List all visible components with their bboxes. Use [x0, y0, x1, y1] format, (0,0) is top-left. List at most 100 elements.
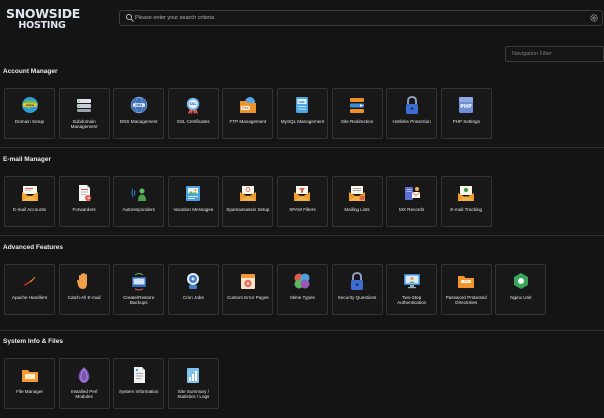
svg-text:DNS: DNS — [135, 103, 142, 107]
spamassassin-icon — [239, 186, 256, 201]
section-title-advanced-features: Advanced Features — [3, 244, 63, 251]
svg-text:SQL: SQL — [299, 100, 305, 104]
autoresponder-icon — [131, 188, 146, 201]
nginx-unit-icon — [513, 273, 528, 289]
dns-globe-icon: DNS — [130, 96, 147, 114]
mx-records-icon — [404, 187, 420, 200]
tile-label: Create/Restore Backups — [123, 295, 155, 306]
section-title-system-info-files: System Info & Files — [3, 338, 63, 345]
error-page-icon — [240, 274, 255, 289]
apache-feather-icon — [22, 276, 35, 286]
brand-logo[interactable]: SNOWSIDE HOSTING — [6, 7, 80, 31]
tile-label: Cron Jobs — [182, 295, 204, 300]
email-tracking-icon — [458, 186, 475, 201]
perl-onion-icon — [78, 367, 90, 383]
tile-ssl-certificates[interactable]: SSL SSL Certificates — [167, 88, 219, 139]
tile-label: Mailing Lists — [344, 207, 370, 212]
tile-label: Custom Error Pages — [227, 295, 269, 300]
gear-icon[interactable] — [589, 13, 599, 23]
tile-autoresponders[interactable]: Autoresponders — [113, 176, 165, 227]
tile-mx-records[interactable]: MX Records — [386, 176, 438, 227]
svg-text:***: *** — [464, 280, 469, 284]
cron-robot-icon — [187, 273, 200, 289]
brand-name-line2: HOSTING — [18, 19, 66, 31]
tile-create-restore-backups[interactable]: Create/Restore Backups — [113, 264, 165, 315]
system-info-files-grid: File Manager Installed Perl Modules Syst… — [4, 358, 222, 409]
spam-filter-icon — [294, 186, 311, 201]
tile-nginx-unit[interactable]: Nginx Unit — [495, 264, 547, 315]
tile-two-step-authentication[interactable]: Two-Step Authentication — [386, 264, 438, 315]
tile-mailing-lists[interactable]: Mailing Lists — [331, 176, 383, 227]
tile-custom-error-pages[interactable]: Custom Error Pages — [222, 264, 274, 315]
tile-label: System Information — [118, 389, 159, 394]
svg-text:SSL: SSL — [190, 102, 198, 106]
tile-mime-types[interactable]: Mime Types — [276, 264, 328, 315]
tile-label: FTP Management — [229, 119, 267, 124]
section-title-email-manager: E-mail Manager — [3, 156, 52, 163]
backup-icon — [131, 273, 146, 291]
tile-installed-perl-modules[interactable]: Installed Perl Modules — [58, 358, 110, 409]
tile-label: SSL Certificates — [176, 119, 210, 124]
tile-label: Forwarders — [72, 207, 96, 212]
tile-ftp-management[interactable]: FTP FTP Management — [222, 88, 274, 139]
tile-label: PHP Settings — [452, 119, 480, 124]
tile-label: E-mail Tracking — [450, 207, 483, 212]
padlock-icon — [405, 96, 418, 114]
search-bar — [119, 10, 603, 26]
ftp-folder-icon: FTP — [239, 97, 256, 113]
catch-all-hand-icon — [77, 273, 88, 289]
tile-subdomain-management[interactable]: Subdomain Management — [58, 88, 110, 139]
tile-security-questions[interactable]: Security Questions — [331, 264, 383, 315]
tile-mysql-management[interactable]: SQL MySQL Management — [276, 88, 328, 139]
system-info-icon — [133, 367, 145, 383]
tile-label: DNS Management — [119, 119, 158, 124]
tile-password-protected-directories[interactable]: *** Password Protected Directories — [440, 264, 492, 315]
svg-text:www: www — [25, 103, 34, 107]
server-rack-icon — [77, 99, 92, 112]
tile-apache-handlers[interactable]: Apache Handlers — [4, 264, 55, 315]
tile-catch-all-email[interactable]: Catch-All E-mail — [58, 264, 110, 315]
tile-forwarders[interactable]: Forwarders — [58, 176, 110, 227]
tile-label: Hotlinks Protection — [392, 119, 431, 124]
tile-cron-jobs[interactable]: Cron Jobs — [167, 264, 219, 315]
tile-php-settings[interactable]: PHP PHP Settings — [440, 88, 492, 139]
tile-file-manager[interactable]: File Manager — [4, 358, 55, 409]
top-header: SNOWSIDE HOSTING — [0, 0, 604, 40]
two-step-auth-icon — [403, 274, 420, 289]
tile-label: Catch-All E-mail — [67, 295, 101, 300]
section-divider — [0, 330, 604, 331]
tile-system-information[interactable]: System Information — [113, 358, 165, 409]
advanced-features-grid: Apache Handlers Catch-All E-mail Create/… — [4, 264, 550, 315]
tile-site-summary-statistics-logs[interactable]: Site Summary / Statistics / Logs — [167, 358, 219, 409]
tile-dns-management[interactable]: DNS DNS Management — [113, 88, 165, 139]
tile-label: E-mail Accounts — [13, 207, 46, 212]
search-icon — [125, 13, 134, 22]
tile-label: Domain Setup — [14, 119, 45, 124]
tile-email-tracking[interactable]: E-mail Tracking — [440, 176, 492, 227]
tile-spamassassin-setup[interactable]: Spamassassin Setup — [222, 176, 274, 227]
tile-email-accounts[interactable]: E-mail Accounts — [4, 176, 55, 227]
tile-site-redirection[interactable]: Site Redirection — [331, 88, 383, 139]
tile-label: Security Questions — [337, 295, 377, 300]
forwarders-icon — [79, 185, 92, 201]
tile-label: Mime Types — [290, 295, 315, 300]
tile-spam-filters[interactable]: SPAM Filters — [276, 176, 328, 227]
navigation-filter-input[interactable] — [505, 46, 604, 62]
tile-label: Password Protected Directories — [445, 295, 487, 306]
vacation-message-icon — [186, 186, 201, 201]
section-divider — [0, 235, 604, 236]
tile-label: Subdomain Management — [70, 119, 98, 130]
tile-label: Site Redirection — [340, 119, 374, 124]
tile-domain-setup[interactable]: www Domain Setup — [4, 88, 55, 139]
mailing-list-icon — [349, 186, 366, 201]
protected-folder-icon: *** — [458, 276, 475, 288]
mime-types-icon — [294, 273, 310, 289]
tile-label: Nginx Unit — [510, 295, 532, 300]
search-input[interactable] — [135, 11, 585, 25]
tile-label: Site Summary / Statistics / Logs — [177, 389, 210, 400]
email-accounts-icon — [21, 186, 38, 201]
security-lock-icon — [351, 272, 364, 290]
tile-label: Spamassassin Setup — [226, 207, 270, 212]
tile-vacation-messages[interactable]: Vacation Messages — [167, 176, 219, 227]
tile-hotlinks-protection[interactable]: Hotlinks Protection — [386, 88, 438, 139]
